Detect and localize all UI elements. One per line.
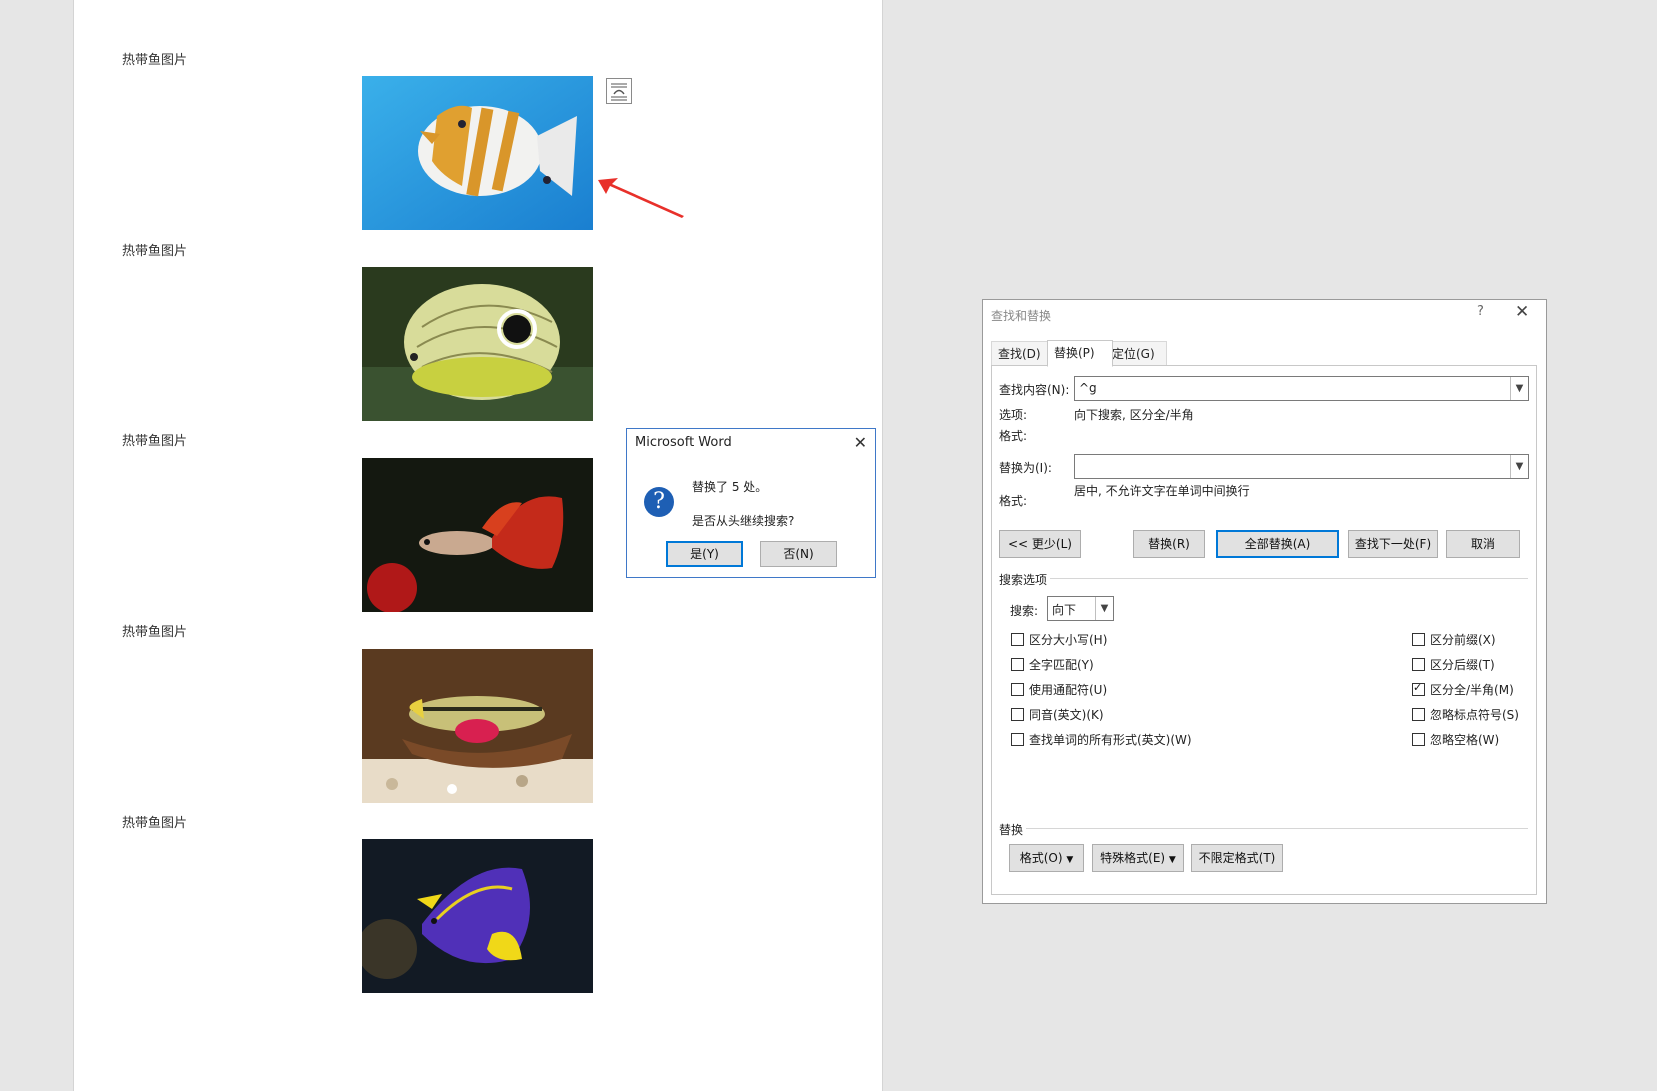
tab-find[interactable]: 查找(D) (991, 341, 1055, 367)
caret-down-icon: ▼ (1168, 855, 1176, 865)
options-label: 选项: (999, 408, 1028, 422)
help-icon[interactable]: ? (1477, 304, 1484, 319)
image-caption: 热带鱼图片 (122, 816, 188, 831)
message-question: 是否从头继续搜索? (692, 514, 795, 528)
checkbox-box[interactable] (1412, 733, 1425, 746)
find-input[interactable]: ^g ▼ (1074, 376, 1529, 401)
tab-goto[interactable]: 定位(G) (1105, 341, 1167, 367)
check-icon: ✓ (1413, 681, 1423, 694)
checkbox-label: 全字匹配(Y) (1029, 658, 1094, 672)
dialog-title: 查找和替换 (991, 309, 1052, 323)
special-button-label: 特殊格式(E) (1100, 851, 1166, 865)
checkbox-match-case[interactable]: 区分大小写(H) (1011, 631, 1107, 648)
search-direction-value: 向下 (1052, 603, 1077, 617)
checkbox-box[interactable] (1011, 658, 1024, 671)
format-button-label: 格式(O) (1019, 851, 1063, 865)
checkbox-label: 区分全/半角(M) (1430, 683, 1514, 697)
search-direction-select[interactable]: 向下 ▼ (1047, 596, 1114, 621)
replace-pane: 查找内容(N): ^g ▼ 选项: 向下搜索, 区分全/半角 格式: 替换为(I… (991, 365, 1537, 895)
checkbox-box[interactable] (1011, 708, 1024, 721)
checkbox-box[interactable] (1011, 683, 1024, 696)
fish-image-butterflyfish[interactable] (362, 76, 593, 230)
fish-image-angelfish[interactable] (362, 839, 593, 993)
replace-all-button[interactable]: 全部替换(A) (1216, 530, 1339, 558)
checkbox-label: 使用通配符(U) (1029, 683, 1108, 697)
checkbox-whole-word[interactable]: 全字匹配(Y) (1011, 656, 1094, 673)
chevron-down-icon[interactable]: ▼ (1510, 455, 1528, 478)
checkbox-box[interactable]: ✓ (1412, 681, 1425, 696)
chevron-down-icon[interactable]: ▼ (1510, 377, 1528, 400)
replace-format-value: 居中, 不允许文字在单词中间换行 (1074, 484, 1250, 498)
image-caption: 热带鱼图片 (122, 53, 188, 68)
fish-image-foureye[interactable] (362, 267, 593, 421)
question-icon: ? (644, 487, 674, 517)
find-next-button[interactable]: 查找下一处(F) (1348, 530, 1438, 558)
checkbox-suffix[interactable]: 区分后缀(T) (1412, 656, 1495, 673)
find-value: ^g (1079, 381, 1097, 395)
replace-section-header: 替换 (999, 823, 1024, 837)
options-value: 向下搜索, 区分全/半角 (1074, 408, 1194, 422)
checkbox-label: 查找单词的所有形式(英文)(W) (1029, 733, 1192, 747)
checkbox-label: 忽略标点符号(S) (1430, 708, 1519, 722)
divider (1050, 578, 1528, 579)
search-direction-label: 搜索: (1010, 604, 1039, 618)
close-icon[interactable]: ✕ (854, 433, 867, 452)
replace-input[interactable]: ▼ (1074, 454, 1529, 479)
checkbox-ignore-punct[interactable]: 忽略标点符号(S) (1412, 706, 1519, 723)
checkbox-label: 同音(英文)(K) (1029, 708, 1104, 722)
replace-button[interactable]: 替换(R) (1133, 530, 1205, 558)
checkbox-wildcards[interactable]: 使用通配符(U) (1011, 681, 1107, 698)
yes-button[interactable]: 是(Y) (666, 541, 743, 567)
checkbox-box[interactable] (1412, 658, 1425, 671)
checkbox-label: 区分前缀(X) (1430, 633, 1496, 647)
caret-down-icon: ▼ (1066, 855, 1074, 865)
fish-image-kribensis[interactable] (362, 649, 593, 803)
chevron-down-icon[interactable]: ▼ (1095, 597, 1113, 620)
image-caption: 热带鱼图片 (122, 244, 188, 259)
search-options-header: 搜索选项 (999, 573, 1048, 587)
layout-options-icon[interactable] (606, 78, 632, 104)
no-button[interactable]: 否(N) (760, 541, 837, 567)
divider (1026, 828, 1528, 829)
checkbox-box[interactable] (1011, 733, 1024, 746)
image-caption: 热带鱼图片 (122, 434, 188, 449)
format-button[interactable]: 格式(O) ▼ (1009, 844, 1084, 872)
checkbox-ignore-space[interactable]: 忽略空格(W) (1412, 731, 1499, 748)
cancel-button[interactable]: 取消 (1446, 530, 1520, 558)
checkbox-box[interactable] (1412, 708, 1425, 721)
checkbox-width[interactable]: ✓ 区分全/半角(M) (1412, 681, 1514, 698)
checkbox-label: 区分后缀(T) (1430, 658, 1495, 672)
special-format-button[interactable]: 特殊格式(E) ▼ (1092, 844, 1184, 872)
find-replace-dialog: 查找和替换 ? ✕ 查找(D) 替换(P) 定位(G) 查找内容(N): ^g … (982, 299, 1547, 904)
find-label: 查找内容(N): (999, 383, 1070, 397)
checkbox-box[interactable] (1412, 633, 1425, 646)
image-caption: 热带鱼图片 (122, 625, 188, 640)
message-box-title: Microsoft Word (635, 435, 732, 450)
find-format-label: 格式: (999, 429, 1028, 443)
close-icon[interactable]: ✕ (1515, 302, 1529, 322)
checkbox-box[interactable] (1011, 633, 1024, 646)
checkbox-prefix[interactable]: 区分前缀(X) (1412, 631, 1496, 648)
no-formatting-button[interactable]: 不限定格式(T) (1191, 844, 1283, 872)
word-message-box: Microsoft Word ✕ ? 替换了 5 处。 是否从头继续搜索? 是(… (626, 428, 876, 578)
replace-label: 替换为(I): (999, 461, 1052, 475)
message-text: 替换了 5 处。 (692, 480, 768, 494)
checkbox-label: 区分大小写(H) (1029, 633, 1108, 647)
checkbox-label: 忽略空格(W) (1430, 733, 1500, 747)
fish-image-guppy[interactable] (362, 458, 593, 612)
less-button[interactable]: << 更少(L) (999, 530, 1081, 558)
checkbox-sounds-like[interactable]: 同音(英文)(K) (1011, 706, 1104, 723)
checkbox-word-forms[interactable]: 查找单词的所有形式(英文)(W) (1011, 731, 1192, 748)
tab-replace[interactable]: 替换(P) (1047, 340, 1113, 367)
replace-format-label: 格式: (999, 494, 1028, 508)
